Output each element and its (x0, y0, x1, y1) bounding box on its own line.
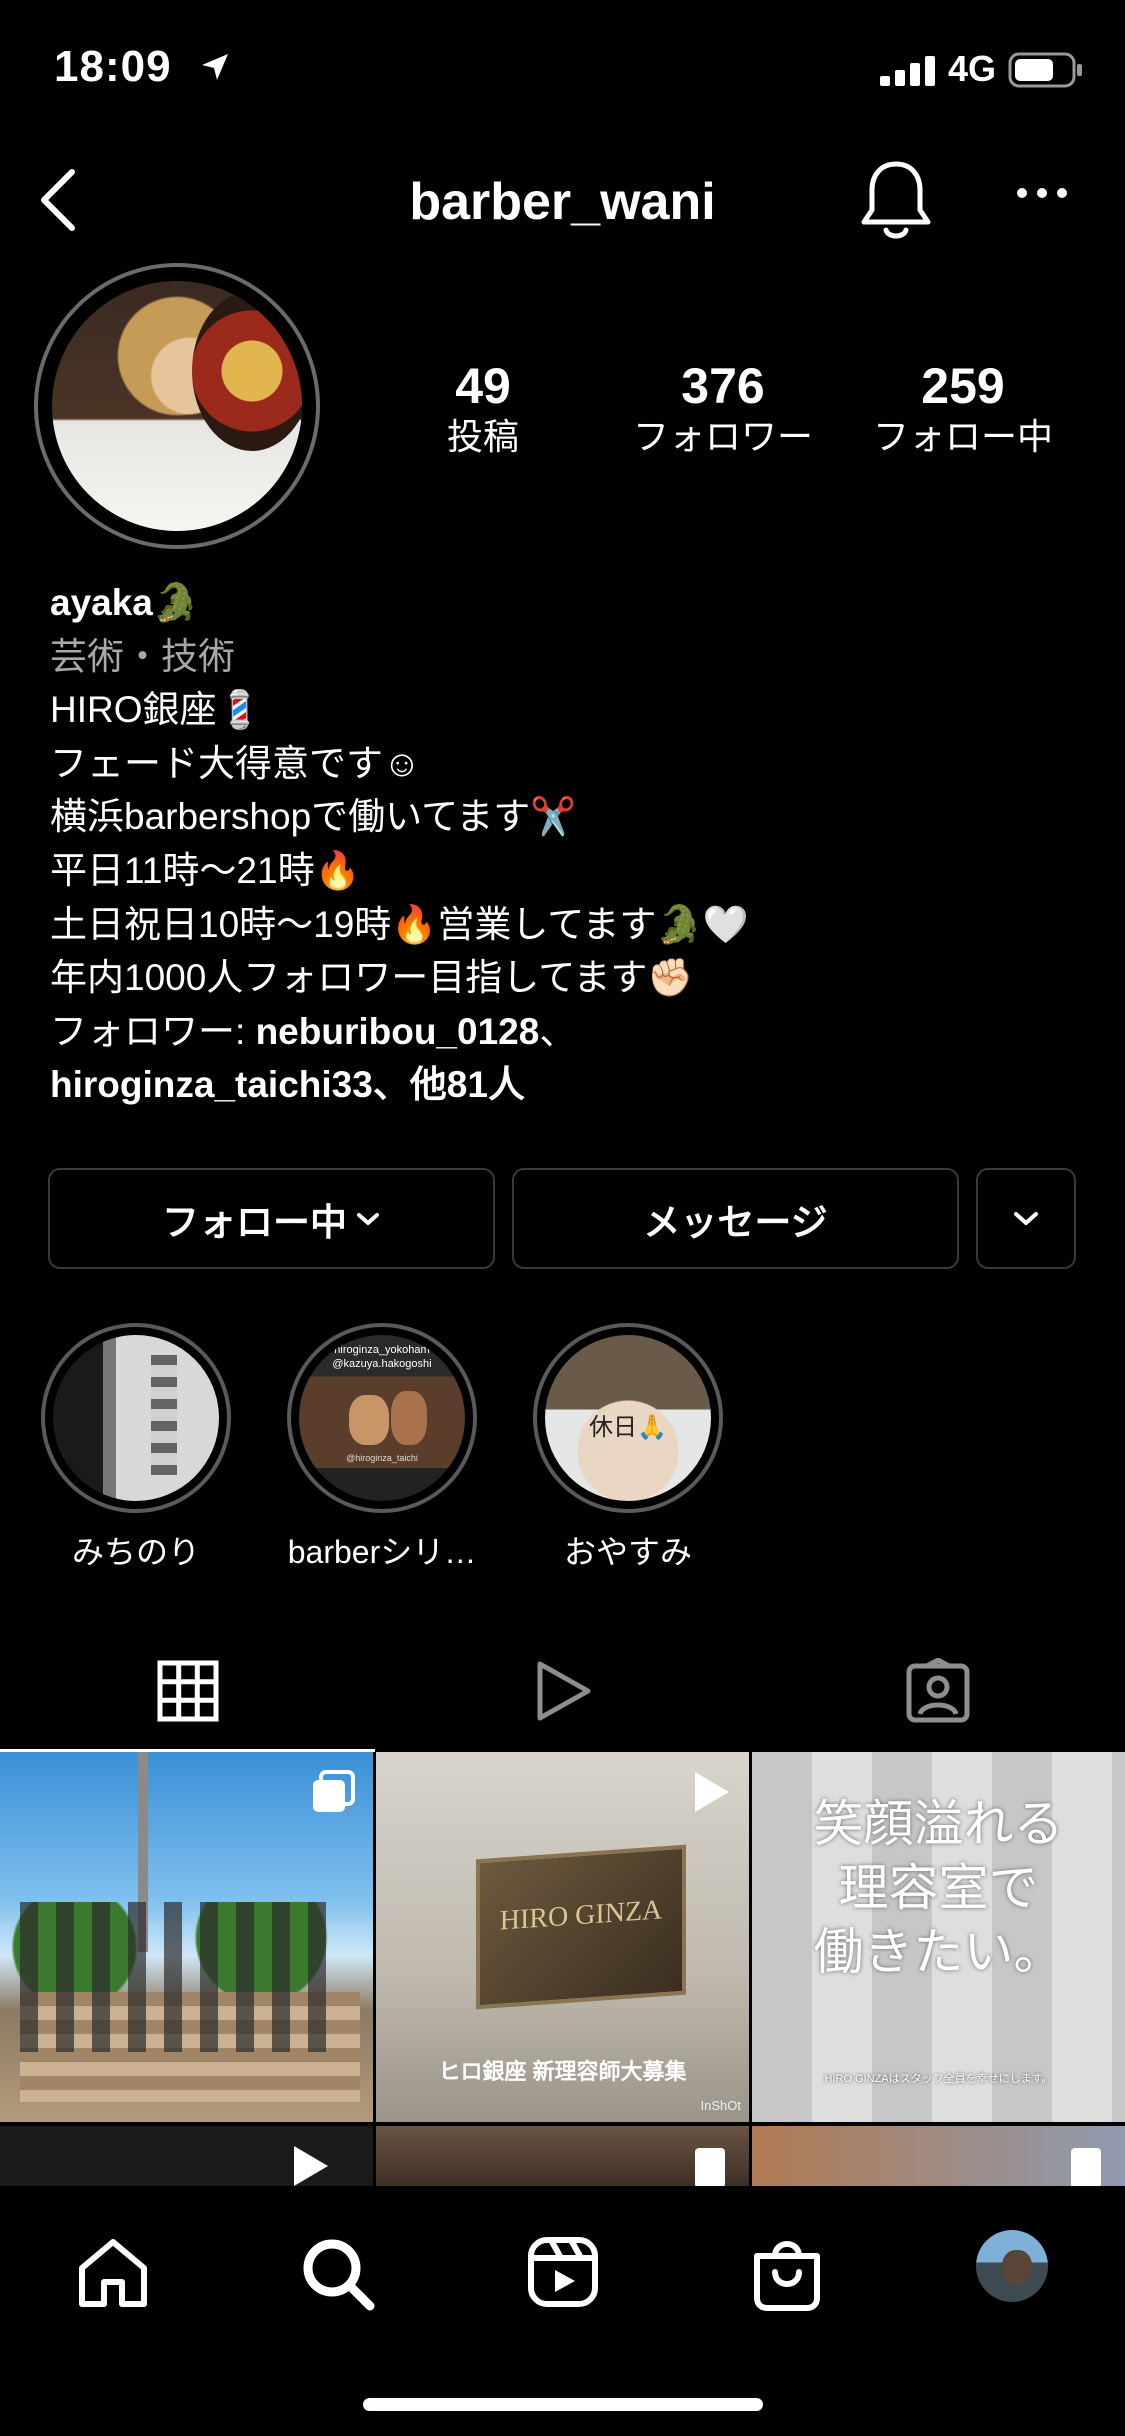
carousel-icon (1071, 2148, 1101, 2188)
search-icon[interactable] (300, 2236, 376, 2312)
stat-followers-count: 376 (681, 358, 765, 414)
followed-by-user[interactable]: hiroginza_taichi33 (50, 1064, 373, 1105)
shop-icon[interactable] (751, 2236, 823, 2312)
bio-line: 年内1000人フォロワー目指してます✊🏻 (50, 957, 694, 999)
grid-icon (157, 1660, 218, 1722)
battery-icon (1008, 52, 1082, 88)
stat-followers-label: フォロワー (632, 416, 813, 457)
reel-play-icon (695, 1772, 729, 1812)
highlight-overlay-text: @hiroginza_taichi (346, 1453, 418, 1463)
profile-header: barber_wani (0, 150, 1125, 250)
more-icon[interactable] (1016, 186, 1068, 200)
location-arrow-icon (202, 54, 228, 80)
post-thumbnail[interactable] (752, 2126, 1125, 2192)
post-thumbnail[interactable]: 笑顔溢れる 理容室で 働きたい。 HIRO GINZAはスタッフ全員を幸せにしま… (752, 1752, 1125, 2122)
highlight-item[interactable]: hiroginza_yokoham @kazuya.hakogoshi @hir… (284, 1323, 480, 1573)
status-time: 18:09 (54, 42, 172, 91)
highlight-label: barberシリ… (287, 1534, 477, 1570)
stat-posts-label: 投稿 (446, 416, 519, 457)
post-overlay-line: 笑顔溢れる (813, 1796, 1064, 1852)
post-overlay-footer: HIRO GINZAはスタッフ全員を幸せにします。 (824, 2073, 1053, 2085)
bio-line: 土日祝日10時〜19時🔥営業してます🐊🤍 (50, 903, 749, 945)
highlight-overlay-text: 休日🙏 (589, 1414, 667, 1441)
bio-line: フェード大得意です☺︎ (50, 742, 421, 784)
followed-by-suffix: 、他81人 (372, 1064, 525, 1106)
reels-icon (537, 1661, 590, 1721)
chevron-down-icon (357, 1212, 379, 1225)
highlight-cover: 休日🙏 (545, 1335, 711, 1501)
reel-play-icon (294, 2146, 328, 2186)
following-button[interactable]: フォロー中 (48, 1168, 495, 1269)
post-overlay-line: 理容室で (838, 1860, 1039, 1916)
stat-posts[interactable]: 49 投稿 (373, 358, 593, 460)
home-icon[interactable] (76, 2236, 150, 2310)
followed-by-prefix: フォロワー: (50, 1010, 256, 1052)
highlight-overlay-text: hiroginza_yokoham (334, 1344, 430, 1356)
posts-grid: HIRO GINZA ヒロ銀座 新理容師大募集 InShOt 笑顔溢れる 理容室… (0, 1752, 1125, 2192)
highlight-cover (53, 1335, 219, 1501)
profile-display-name: ayaka🐊 (50, 582, 199, 623)
profile-bio: ayaka🐊 芸術・技術 HIRO銀座💈 フェード大得意です☺︎ 横浜barbe… (50, 576, 1090, 1112)
stat-followers[interactable]: 376 フォロワー (613, 358, 833, 460)
followed-by[interactable]: フォロワー: neburibou_0128、 (50, 1005, 1090, 1059)
post-thumbnail[interactable] (376, 2126, 749, 2192)
message-button[interactable]: メッセージ (512, 1168, 959, 1269)
bio-line: HIRO銀座💈 (50, 689, 263, 731)
highlight-cover: hiroginza_yokoham @kazuya.hakogoshi @hir… (299, 1335, 465, 1501)
followed-by-line2[interactable]: hiroginza_taichi33、他81人 (50, 1058, 1090, 1112)
stat-following-label: フォロー中 (872, 416, 1053, 457)
post-watermark: InShOt (700, 2098, 741, 2113)
stat-following-count: 259 (921, 358, 1005, 414)
bell-icon[interactable] (858, 158, 934, 242)
followed-by-separator: 、 (539, 1010, 577, 1052)
profile-tabs (0, 1630, 1125, 1752)
profile-avatar[interactable] (34, 263, 320, 549)
highlight-item[interactable]: みちのり (38, 1323, 234, 1573)
chevron-down-icon (1014, 1211, 1038, 1225)
tab-tagged[interactable] (750, 1630, 1125, 1752)
stat-following[interactable]: 259 フォロー中 (853, 358, 1073, 460)
highlight-label: おやすみ (563, 1534, 692, 1570)
avatar-image (52, 281, 302, 531)
status-bar: 18:09 4G (0, 0, 1125, 135)
network-type: 4G (948, 48, 997, 89)
post-thumbnail[interactable] (0, 2126, 373, 2192)
profile-tab-avatar[interactable] (976, 2230, 1048, 2302)
signal-icon (880, 56, 935, 86)
suggested-accounts-button[interactable] (976, 1168, 1076, 1269)
highlight-item[interactable]: 休日🙏 おやすみ (530, 1323, 726, 1573)
post-thumbnail[interactable]: HIRO GINZA ヒロ銀座 新理容師大募集 InShOt (376, 1752, 749, 2122)
tagged-icon (906, 1658, 969, 1723)
stat-posts-count: 49 (455, 358, 511, 414)
post-thumbnail[interactable] (0, 1752, 373, 2122)
post-caption-overlay: ヒロ銀座 新理容師大募集 (438, 2059, 687, 2084)
tab-posts-grid[interactable] (0, 1630, 375, 1752)
profile-category: 芸術・技術 (50, 635, 235, 677)
home-indicator[interactable] (363, 2398, 763, 2411)
message-button-label: メッセージ (643, 1201, 828, 1243)
following-button-label: フォロー中 (162, 1201, 347, 1243)
profile-username: barber_wani (409, 173, 716, 231)
bio-line: 横浜barbershopで働いてます✂️ (50, 796, 577, 838)
carousel-icon (313, 1770, 355, 1812)
highlight-label: みちのり (71, 1534, 200, 1570)
highlight-overlay-text: @kazuya.hakogoshi (332, 1358, 432, 1370)
reels-nav-icon[interactable] (527, 2236, 599, 2308)
bio-line: 平日11時〜21時🔥 (50, 849, 361, 891)
reel-play-icon (695, 2148, 725, 2188)
followed-by-user[interactable]: neburibou_0128 (256, 1011, 540, 1052)
tab-reels[interactable] (375, 1630, 750, 1752)
post-overlay-line: 働きたい。 (813, 1924, 1064, 1980)
